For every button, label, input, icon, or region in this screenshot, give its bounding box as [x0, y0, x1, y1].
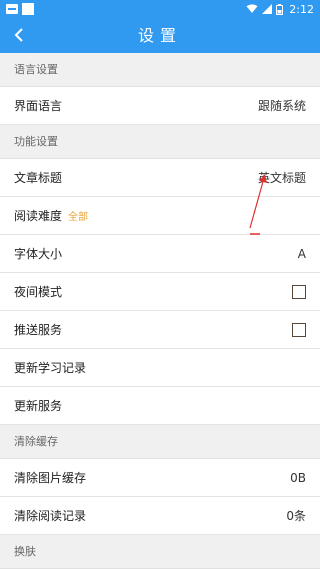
clear-image-cache-row[interactable]: 清除图片缓存 0B	[0, 459, 320, 497]
battery-icon	[276, 3, 284, 15]
push-service-checkbox[interactable]	[292, 323, 306, 337]
signal-icon	[262, 4, 273, 14]
night-mode-row[interactable]: 夜间模式	[0, 273, 320, 311]
section-header-skin: 换肤	[0, 535, 320, 569]
night-mode-checkbox[interactable]	[292, 285, 306, 299]
settings-list: 语言设置 界面语言 跟随系统 功能设置 文章标题 英文标题 阅读难度 全部 字体大…	[0, 53, 320, 569]
notification-app-icon	[6, 4, 18, 14]
reading-difficulty-label: 阅读难度	[14, 209, 63, 223]
update-service-row[interactable]: 更新服务	[0, 387, 320, 425]
night-mode-label: 夜间模式	[14, 285, 63, 299]
clear-reading-record-value: 0条	[286, 509, 306, 523]
article-title-label: 文章标题	[14, 171, 63, 185]
update-study-record-label: 更新学习记录	[14, 361, 87, 375]
update-study-record-row[interactable]: 更新学习记录	[0, 349, 320, 387]
clear-image-cache-value: 0B	[290, 471, 306, 485]
push-service-label: 推送服务	[14, 323, 63, 337]
clear-reading-record-label: 清除阅读记录	[14, 509, 87, 523]
section-header-cache: 清除缓存	[0, 425, 320, 459]
notification-square-icon	[22, 3, 34, 15]
clock: 2:12	[289, 2, 314, 16]
font-size-row[interactable]: 字体大小 A	[0, 235, 320, 273]
clear-image-cache-label: 清除图片缓存	[14, 471, 87, 485]
update-service-label: 更新服务	[14, 399, 63, 413]
annotation-arrow-icon	[249, 174, 267, 235]
font-size-label: 字体大小	[14, 247, 63, 261]
ui-language-label: 界面语言	[14, 99, 63, 113]
reading-difficulty-tag: 全部	[68, 212, 89, 223]
section-header-language: 语言设置	[0, 53, 320, 87]
ui-language-row[interactable]: 界面语言 跟随系统	[0, 87, 320, 125]
page-title: 设置	[137, 26, 182, 45]
wifi-icon	[246, 4, 258, 13]
app-bar: 设置	[0, 18, 320, 53]
section-header-features: 功能设置	[0, 125, 320, 159]
status-bar: 2:12	[0, 0, 320, 18]
ui-language-value: 跟随系统	[257, 99, 306, 113]
font-size-value: A	[297, 247, 306, 261]
push-service-row[interactable]: 推送服务	[0, 311, 320, 349]
clear-reading-record-row[interactable]: 清除阅读记录 0条	[0, 497, 320, 535]
